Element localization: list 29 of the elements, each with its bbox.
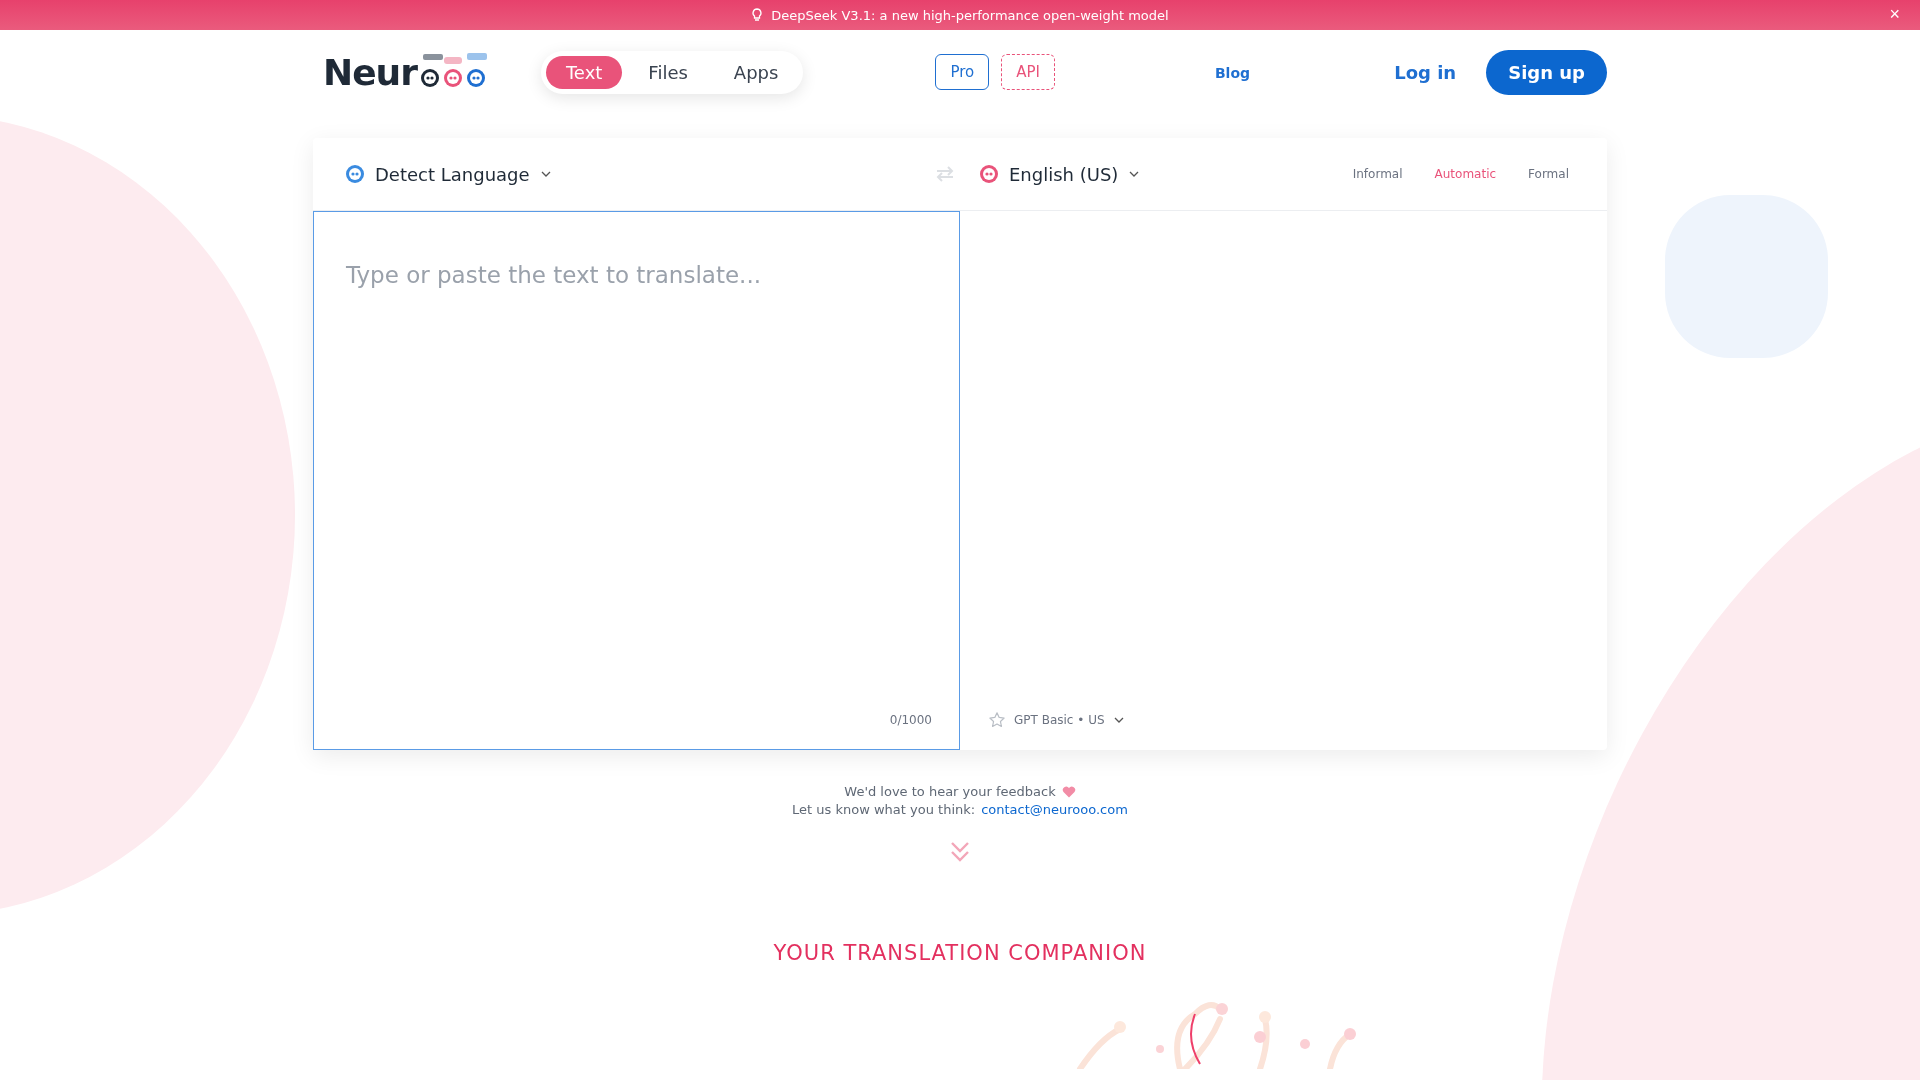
swap-arrows-icon[interactable] — [935, 166, 955, 182]
target-language-dropdown[interactable]: English (US) — [1009, 163, 1119, 185]
heart-icon — [1061, 785, 1076, 798]
character-counter: 0/1000 — [889, 713, 932, 727]
formality-option[interactable]: Formal — [1528, 167, 1569, 181]
mode-tab[interactable]: Text — [545, 55, 623, 89]
model-selector[interactable]: GPT Basic • US — [1014, 713, 1105, 727]
banner-text[interactable]: DeepSeek V3.1: a new high-performance open-weight model — [771, 7, 1169, 23]
email-link[interactable]: contact@neurooo.com — [981, 802, 1128, 817]
feedback-text: We'd love to hear your feedback — [844, 784, 1056, 799]
language-face-icon — [345, 164, 365, 184]
source-language-dropdown[interactable]: Detect Language — [375, 163, 530, 185]
close-button[interactable]: × — [1889, 5, 1900, 23]
formality-option[interactable]: Automatic — [1434, 167, 1497, 181]
double-chevron-down-icon[interactable] — [950, 841, 970, 863]
star-icon[interactable] — [988, 711, 1006, 729]
login-link[interactable]: Log in — [1394, 61, 1457, 83]
language-face-icon — [979, 164, 999, 184]
signup-button[interactable]: Sign up — [1486, 49, 1607, 95]
logo-text[interactable]: Neur — [323, 54, 417, 92]
mode-tab[interactable]: Files — [628, 55, 708, 89]
formality-option[interactable]: Informal — [1352, 167, 1403, 181]
plan-button[interactable]: API — [1001, 54, 1055, 90]
nav-link[interactable]: Blog — [1214, 64, 1251, 81]
feedback-text: Let us know what you think: — [792, 802, 976, 817]
mode-tab[interactable]: Apps — [713, 55, 799, 89]
plan-button[interactable]: Pro — [935, 54, 990, 90]
lightbulb-icon — [751, 8, 764, 22]
section-heading: YOUR TRANSLATION COMPANION — [773, 941, 1147, 965]
